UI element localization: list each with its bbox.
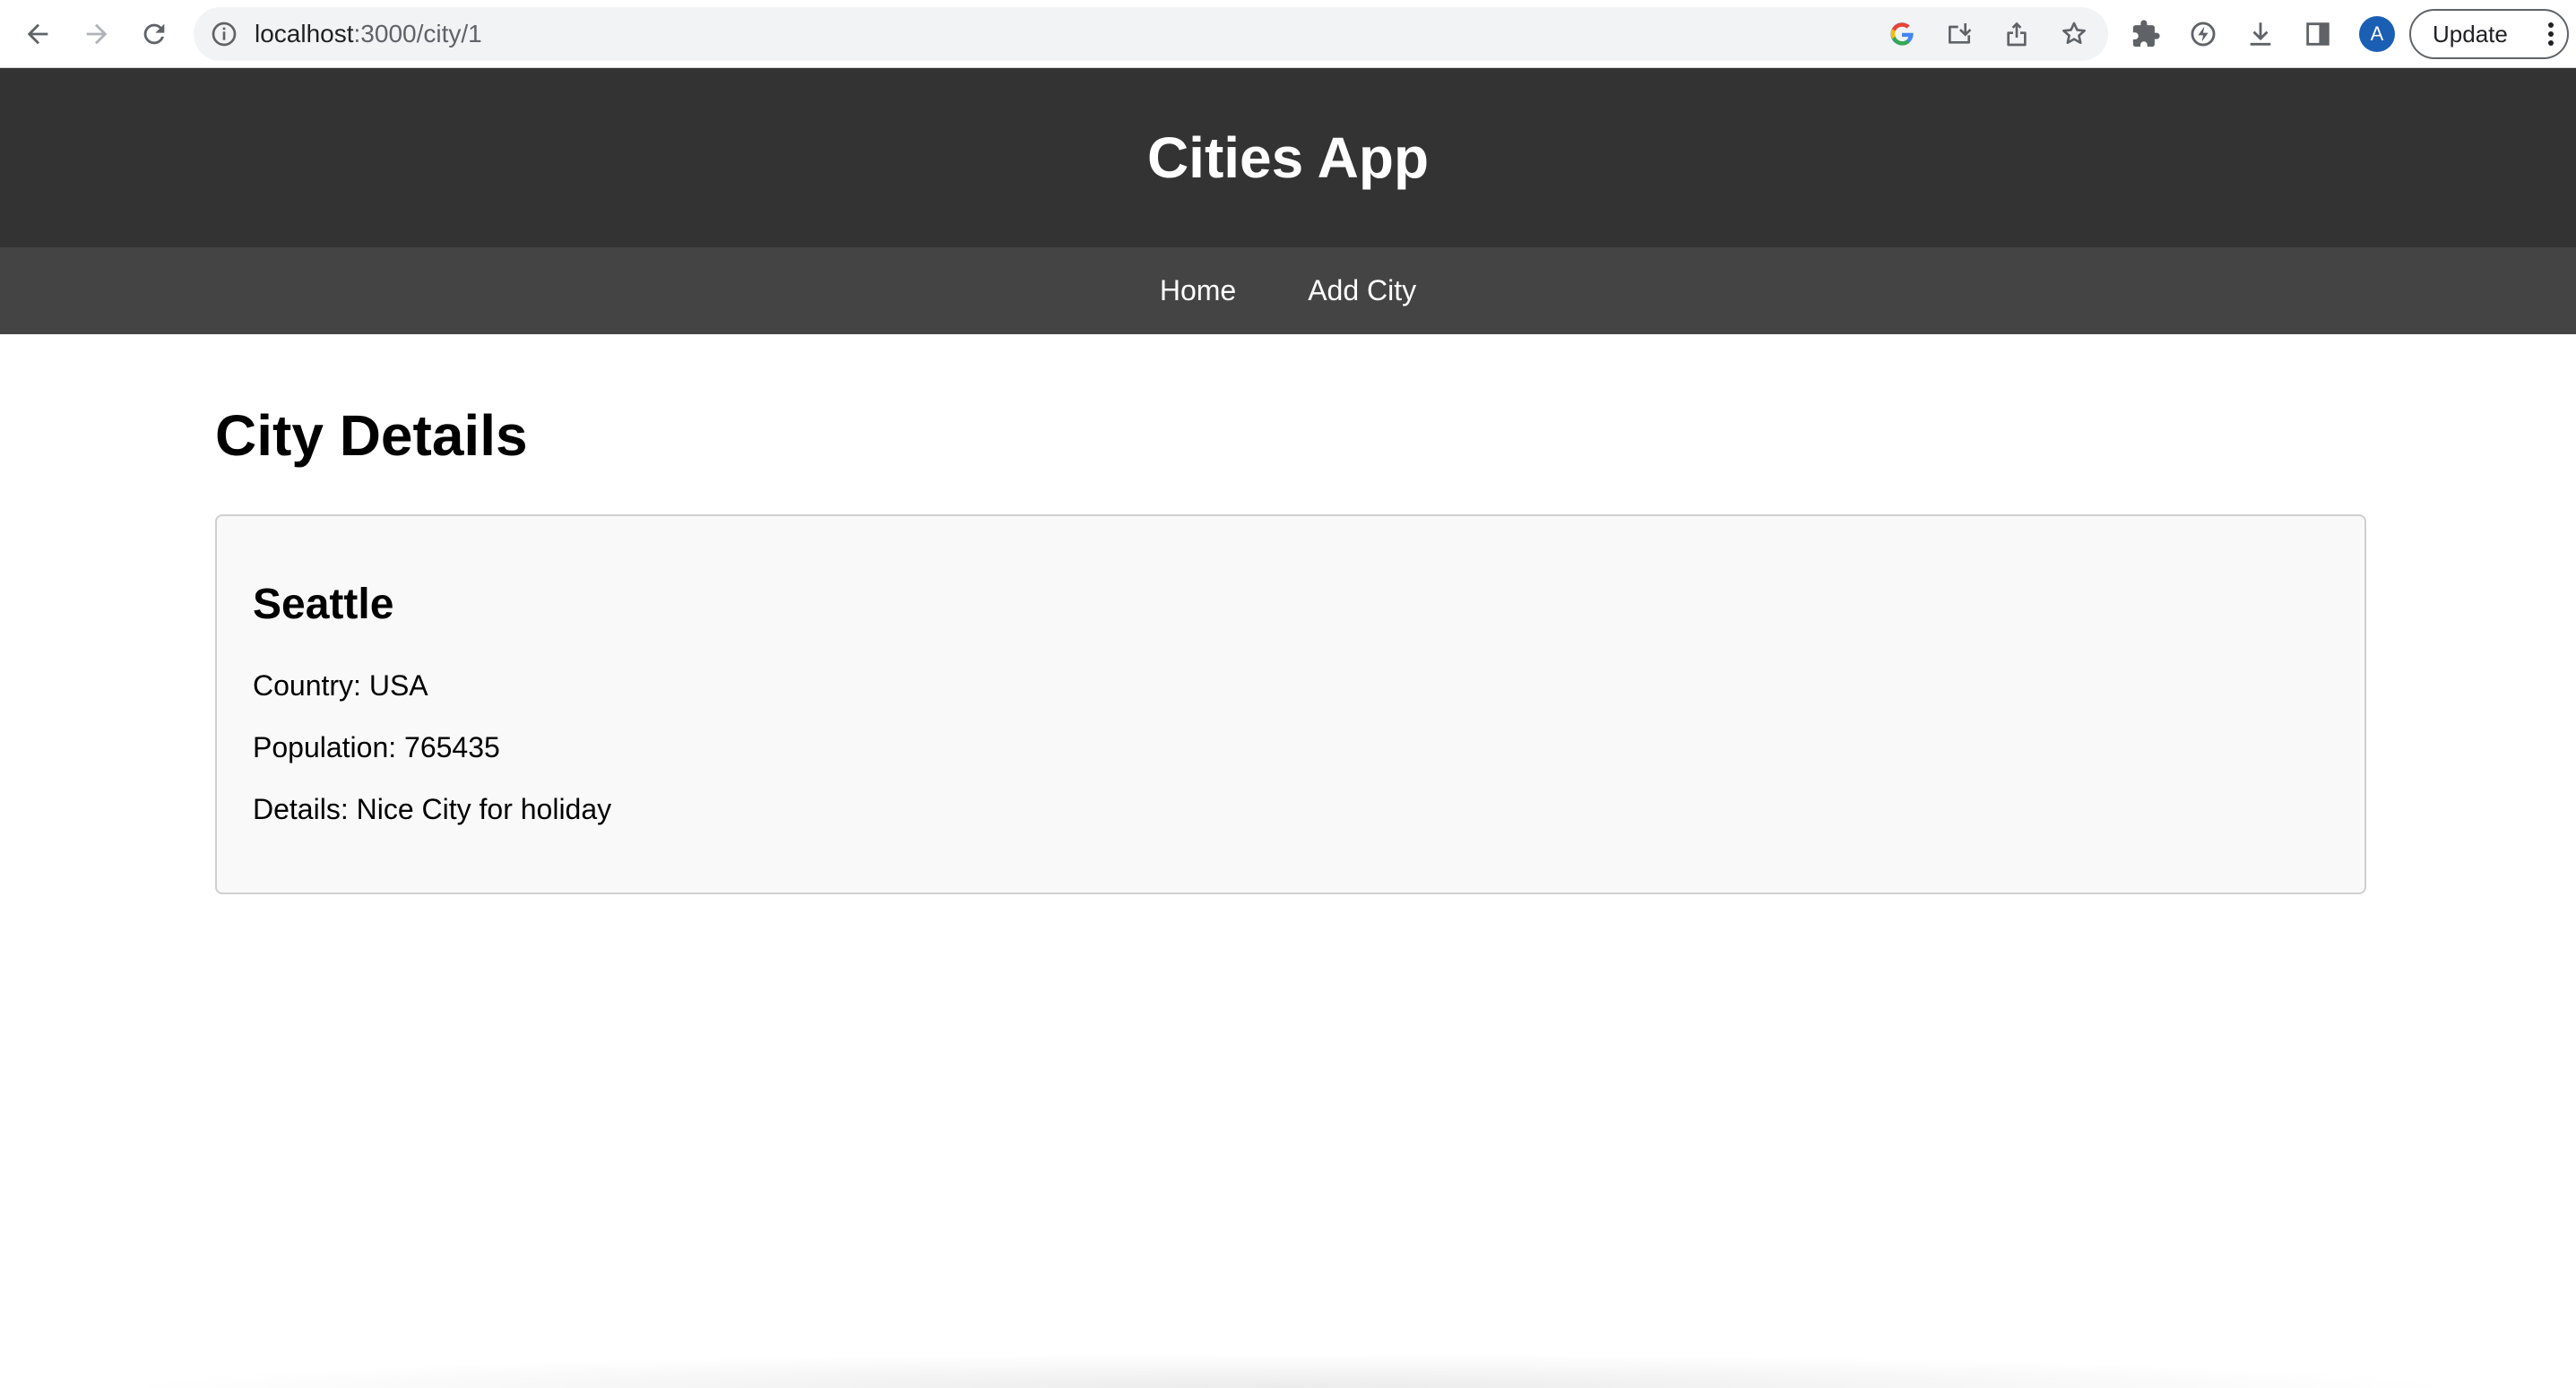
city-details-card: Seattle Country: USA Population: 765435 … [215, 514, 2366, 894]
nav-link-add-city[interactable]: Add City [1308, 274, 1416, 307]
bookmark-star-icon[interactable] [2060, 20, 2088, 48]
app-title: Cities App [1146, 125, 1430, 190]
share-icon[interactable] [2002, 20, 2031, 48]
back-button[interactable] [20, 16, 56, 52]
side-panel-icon[interactable] [2302, 18, 2334, 50]
nav-link-home[interactable]: Home [1160, 274, 1236, 307]
reload-button[interactable] [136, 16, 172, 52]
city-name: Seattle [253, 581, 394, 628]
app-header: Cities App [0, 68, 2576, 247]
performance-icon[interactable] [2187, 18, 2219, 50]
url-text[interactable]: localhost:3000/city/1 [255, 7, 482, 61]
bottom-shadow [108, 1353, 2474, 1388]
kebab-menu-icon [2548, 22, 2554, 46]
forward-icon [86, 23, 108, 45]
download-icon[interactable] [2244, 18, 2277, 50]
address-bar[interactable]: localhost:3000/city/1 [194, 7, 2108, 61]
browser-toolbar: localhost:3000/city/1 A Update [0, 0, 2576, 68]
city-details: Details: Nice City for holiday [253, 793, 612, 825]
url-host: localhost [255, 20, 354, 47]
reload-icon [143, 23, 165, 45]
url-path: :3000/city/1 [353, 20, 482, 47]
main-nav: Home Add City [0, 247, 2576, 334]
update-button[interactable]: Update [2409, 9, 2569, 59]
city-country: Country: USA [253, 669, 428, 702]
forward-button[interactable] [79, 16, 115, 52]
city-population: Population: 765435 [253, 731, 500, 763]
back-icon [27, 23, 48, 45]
extensions-icon[interactable] [2130, 18, 2162, 50]
profile-avatar[interactable]: A [2359, 16, 2395, 52]
site-info-icon[interactable] [210, 20, 238, 48]
install-app-icon[interactable] [1945, 20, 1974, 48]
google-lens-icon[interactable] [1888, 20, 1916, 48]
page-title: City Details [215, 403, 528, 468]
update-button-label: Update [2433, 20, 2508, 47]
